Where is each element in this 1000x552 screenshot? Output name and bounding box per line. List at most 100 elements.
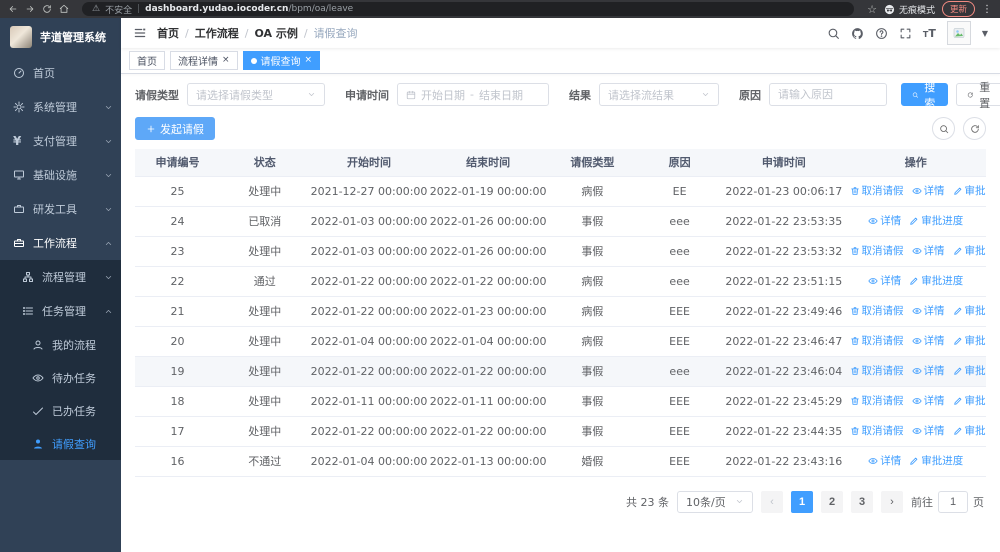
url-separator: | [137, 4, 141, 14]
goto-page-input[interactable] [938, 490, 968, 513]
detail-link[interactable]: 详情 [911, 243, 945, 258]
breadcrumb-home[interactable]: 首页 [157, 25, 179, 41]
prev-page-button[interactable]: ‹ [761, 490, 783, 513]
sidebar-item-workflow[interactable]: 工作流程 [0, 226, 121, 260]
chevron-down-icon [308, 93, 315, 96]
detail-link[interactable]: 详情 [868, 453, 901, 468]
chevron-down-icon [105, 105, 112, 109]
reason-input[interactable] [778, 88, 878, 101]
approval-progress-link[interactable]: 审批进度 [953, 393, 986, 408]
tab-home[interactable]: 首页 [129, 51, 165, 70]
tab-leave-query[interactable]: 请假查询 × [242, 51, 321, 70]
detail-link[interactable]: 详情 [911, 333, 945, 348]
approval-progress-link[interactable]: 审批进度 [953, 423, 986, 438]
cancel-leave-link[interactable]: 取消请假 [850, 363, 904, 378]
table-row: 22 通过 2022-01-22 00:00:00 2022-01-22 00:00:… [135, 266, 986, 297]
close-icon[interactable]: × [305, 56, 313, 65]
approval-progress-link[interactable]: 审批进度 [953, 363, 986, 378]
sidebar-item-devtools[interactable]: 研发工具 [0, 192, 121, 226]
sidebar-item-system[interactable]: 系统管理 [0, 90, 121, 124]
update-button[interactable]: 更新 [941, 1, 975, 17]
detail-link[interactable]: 详情 [911, 303, 945, 318]
cancel-leave-link[interactable]: 取消请假 [850, 423, 904, 438]
next-page-button[interactable]: › [881, 490, 903, 513]
page-button-3[interactable]: 3 [851, 490, 873, 513]
page-button-1[interactable]: 1 [791, 490, 813, 513]
detail-link[interactable]: 详情 [911, 393, 945, 408]
font-size-icon[interactable]: TT [923, 28, 936, 39]
browser-menu-icon[interactable]: ⋮ [982, 4, 992, 15]
detail-link[interactable]: 详情 [868, 213, 901, 228]
pagination: 共 23 条 10条/页 ‹ 123 › 前往 页 [135, 490, 984, 513]
hamburger-icon[interactable] [133, 26, 147, 40]
approval-progress-link[interactable]: 审批进度 [909, 273, 963, 288]
approval-progress-link[interactable]: 审批进度 [909, 453, 963, 468]
address-bar[interactable]: ⚠ 不安全 | dashboard.yudao.iocoder.cn/bpm/o… [82, 2, 855, 16]
detail-link[interactable]: 详情 [911, 183, 945, 198]
refresh-table-button[interactable] [963, 117, 986, 140]
sidebar-item-task-mgmt[interactable]: 任务管理 [0, 294, 121, 328]
cell-apply: 2022-01-22 23:53:32 [722, 236, 846, 267]
github-icon[interactable] [851, 27, 864, 40]
detail-link[interactable]: 详情 [868, 273, 901, 288]
sidebar-item-payment[interactable]: ¥ 支付管理 [0, 124, 121, 158]
breadcrumb-current: 请假查询 [313, 27, 358, 40]
search-icon[interactable] [827, 27, 840, 40]
cancel-leave-link[interactable]: 取消请假 [850, 393, 904, 408]
approval-progress-link[interactable]: 审批进度 [953, 333, 986, 348]
cancel-leave-link[interactable]: 取消请假 [850, 333, 904, 348]
cancel-leave-link[interactable]: 取消请假 [850, 303, 904, 318]
tab-process-detail[interactable]: 流程详情 × [170, 51, 238, 70]
help-icon[interactable] [875, 27, 888, 40]
cell-type: 病假 [547, 266, 638, 297]
avatar[interactable] [946, 21, 971, 45]
apply-time-range-picker[interactable]: 开始日期 - 结束日期 [397, 83, 549, 106]
sidebar-item-leave-query[interactable]: 请假查询 [0, 427, 121, 460]
approval-progress-link[interactable]: 审批进度 [953, 243, 986, 258]
cell-reason: eee [637, 236, 723, 267]
sidebar-item-done-tasks[interactable]: 已办任务 [0, 394, 121, 427]
fullscreen-icon[interactable] [899, 27, 912, 40]
sidebar-item-process-mgmt[interactable]: 流程管理 [0, 260, 121, 294]
detail-link[interactable]: 详情 [911, 423, 945, 438]
chevron-down-icon [702, 93, 709, 96]
detail-link[interactable]: 详情 [911, 363, 945, 378]
security-label: 不安全 [105, 5, 133, 16]
breadcrumb-workflow[interactable]: 工作流程 [195, 25, 239, 41]
search-button[interactable]: 搜索 [901, 82, 948, 110]
sidebar-item-infrastructure[interactable]: 基础设施 [0, 158, 121, 192]
trash-icon [850, 247, 859, 255]
page-size-select[interactable]: 10条/页 [677, 490, 753, 513]
table-row: 23 处理中 2022-01-03 00:00:00 2022-01-26 00:00… [135, 236, 986, 267]
breadcrumb-separator: / [303, 26, 308, 40]
back-icon[interactable] [8, 4, 18, 14]
cell-id: 25 [135, 176, 221, 207]
close-icon[interactable]: × [222, 56, 230, 65]
approval-progress-link[interactable]: 审批进度 [953, 183, 986, 198]
sidebar-item-home[interactable]: 首页 [0, 56, 121, 90]
cell-id: 16 [135, 446, 221, 477]
sidebar-item-my-process[interactable]: 我的流程 [0, 328, 121, 361]
reload-icon[interactable] [42, 4, 52, 14]
breadcrumb-oa[interactable]: OA 示例 [254, 25, 297, 41]
briefcase-icon [14, 239, 24, 247]
trash-icon [850, 367, 859, 375]
result-select[interactable]: 请选择流结果 [599, 83, 719, 106]
bookmark-star-icon[interactable]: ☆ [867, 3, 877, 16]
create-leave-button[interactable]: 发起请假 [135, 117, 215, 140]
approval-progress-link[interactable]: 审批进度 [909, 213, 963, 228]
cell-reason: EEE [637, 296, 723, 327]
sidebar-item-todo-tasks[interactable]: 待办任务 [0, 361, 121, 394]
approval-progress-link[interactable]: 审批进度 [953, 303, 986, 318]
cell-end: 2022-01-22 00:00:00 [428, 356, 548, 387]
page-button-2[interactable]: 2 [821, 490, 843, 513]
cancel-leave-link[interactable]: 取消请假 [850, 183, 904, 198]
leave-type-select[interactable]: 请选择请假类型 [187, 83, 325, 106]
cancel-leave-link[interactable]: 取消请假 [850, 243, 904, 258]
show-search-button[interactable] [932, 117, 955, 140]
forward-icon[interactable] [25, 4, 35, 14]
caret-down-icon[interactable]: ▼ [982, 29, 988, 38]
home-icon[interactable] [59, 4, 69, 14]
edit-icon [953, 307, 961, 315]
reset-button[interactable]: 重置 [956, 82, 1000, 110]
